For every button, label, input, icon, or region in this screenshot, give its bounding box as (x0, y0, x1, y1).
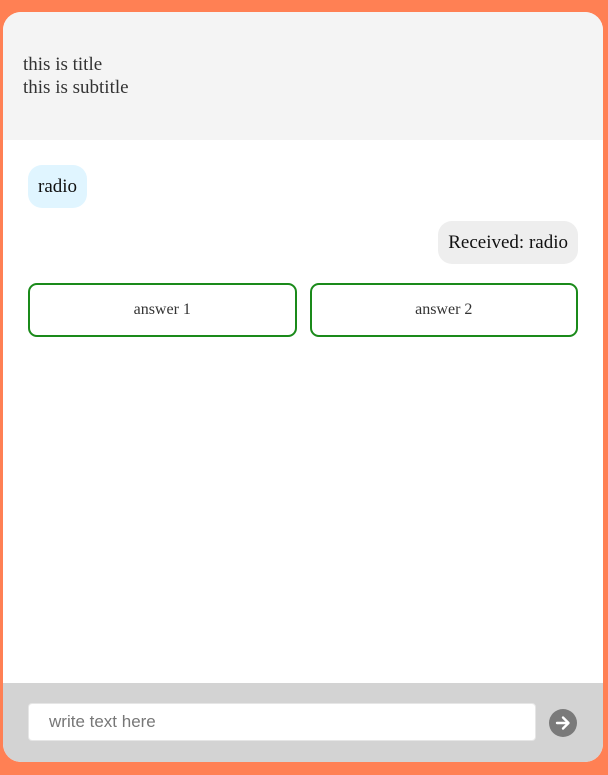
composer-bar (3, 683, 603, 762)
chat-title: this is title (23, 54, 103, 75)
chat-window: this is title this is subtitle radio Rec… (3, 12, 603, 762)
chat-header: this is title this is subtitle (3, 12, 603, 140)
answer-1-button[interactable]: answer 1 (28, 283, 297, 337)
arrow-right-circle-icon (555, 716, 570, 730)
send-button[interactable] (549, 709, 577, 737)
incoming-message: radio (28, 165, 88, 208)
chat-subtitle: this is subtitle (23, 77, 129, 98)
answer-2-button[interactable]: answer 2 (309, 283, 578, 337)
answer-options: answer 1 answer 2 (28, 283, 578, 337)
outgoing-message: Received: radio (438, 221, 578, 264)
message-input[interactable] (28, 703, 536, 741)
